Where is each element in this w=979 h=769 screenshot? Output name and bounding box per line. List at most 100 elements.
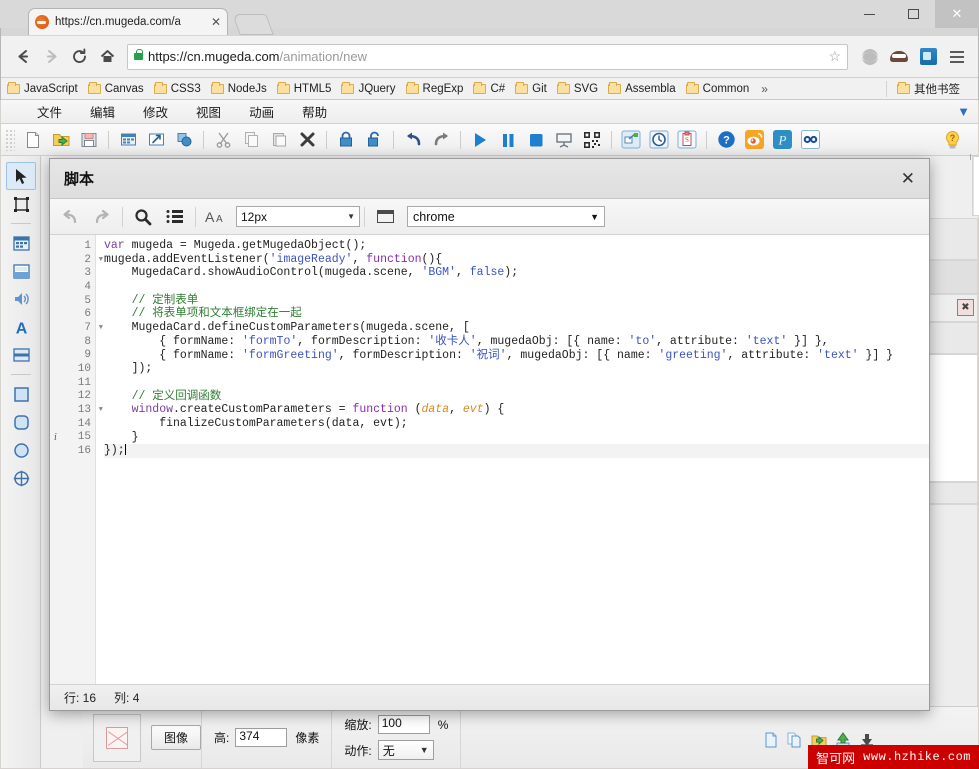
browser-tab[interactable]: https://cn.mugeda.com/a ✕ xyxy=(28,8,228,35)
bookmark-item[interactable]: HTML5 xyxy=(277,83,332,95)
target-select[interactable]: chrome ▼ xyxy=(407,206,605,227)
qrcode-icon[interactable] xyxy=(578,126,606,154)
help-icon[interactable]: ? xyxy=(712,126,740,154)
copy-icon[interactable] xyxy=(237,126,265,154)
tab-close-icon[interactable]: ✕ xyxy=(211,16,221,28)
dialog-close-button[interactable]: ✕ xyxy=(901,170,915,187)
home-button[interactable] xyxy=(93,43,121,71)
window-icon[interactable] xyxy=(369,202,401,232)
undo-icon[interactable] xyxy=(399,126,427,154)
bookmark-item[interactable]: Common xyxy=(686,83,750,95)
back-button[interactable] xyxy=(9,43,37,71)
extension-app-icon[interactable] xyxy=(915,46,941,68)
select-arrow-icon[interactable] xyxy=(6,162,36,190)
menu-modify[interactable]: 修改 xyxy=(129,102,182,121)
extension-adblock-mask-icon[interactable] xyxy=(886,46,912,68)
new-page-icon[interactable] xyxy=(763,732,779,748)
menu-view[interactable]: 视图 xyxy=(182,102,235,121)
tip-icon[interactable]: ? xyxy=(938,126,966,154)
pause-icon[interactable] xyxy=(494,126,522,154)
font-size-select[interactable]: 12px ▼ xyxy=(236,206,360,227)
code-token: false xyxy=(470,266,505,279)
menu-help[interactable]: 帮助 xyxy=(288,102,341,121)
object-type-button[interactable]: 图像 xyxy=(151,725,201,750)
delete-icon[interactable] xyxy=(293,126,321,154)
new-tab-button[interactable] xyxy=(232,14,274,35)
menu-animation[interactable]: 动画 xyxy=(235,102,288,121)
unlock-icon[interactable] xyxy=(360,126,388,154)
present-icon[interactable] xyxy=(550,126,578,154)
height-input[interactable]: 374 xyxy=(235,728,287,747)
pinterest-icon[interactable]: P xyxy=(768,126,796,154)
bookmark-item[interactable]: SVG xyxy=(557,83,598,95)
bookmarks-overflow-button[interactable]: » xyxy=(761,82,768,96)
undo-icon[interactable] xyxy=(54,202,86,232)
timer-icon[interactable] xyxy=(645,126,673,154)
toolbar-grip[interactable] xyxy=(5,129,15,151)
redo-icon[interactable] xyxy=(427,126,455,154)
duplicate-page-icon[interactable] xyxy=(787,732,803,748)
forward-button[interactable] xyxy=(37,43,65,71)
reload-button[interactable] xyxy=(65,43,93,71)
rect-tool-icon[interactable] xyxy=(1,380,41,408)
transform-icon[interactable] xyxy=(1,190,41,218)
ellipse-tool-icon[interactable] xyxy=(1,436,41,464)
slide-tool-icon[interactable] xyxy=(1,341,41,369)
text-tool-icon[interactable]: A xyxy=(1,313,41,341)
new-file-icon[interactable] xyxy=(19,126,47,154)
bookmark-item[interactable]: NodeJs xyxy=(211,83,267,95)
object-thumbnail[interactable] xyxy=(93,714,141,762)
redo-icon[interactable] xyxy=(86,202,118,232)
bookmark-item[interactable]: Assembla xyxy=(608,83,676,95)
other-bookmarks-item[interactable]: 其他书签 xyxy=(886,81,962,97)
grid-icon[interactable] xyxy=(114,126,142,154)
stop-icon[interactable] xyxy=(522,126,550,154)
extension-globe-icon[interactable] xyxy=(857,46,883,68)
bookmark-item[interactable]: C# xyxy=(473,83,505,95)
weibo-icon[interactable] xyxy=(740,126,768,154)
save-icon[interactable] xyxy=(75,126,103,154)
rounded-rect-tool-icon[interactable] xyxy=(1,408,41,436)
menu-expand-caret-icon[interactable]: ▼ xyxy=(957,104,970,119)
zoom-input[interactable]: 100 xyxy=(378,715,430,734)
line-number-value: 11 xyxy=(78,377,91,389)
bookmark-star-icon[interactable]: ☆ xyxy=(828,48,841,65)
share-icon[interactable] xyxy=(796,126,824,154)
play-icon[interactable] xyxy=(466,126,494,154)
code-editor[interactable]: 12▼34567▼8910111213▼14i1516 var mugeda =… xyxy=(50,235,929,684)
paste-icon[interactable] xyxy=(265,126,293,154)
open-folder-icon[interactable] xyxy=(47,126,75,154)
close-layer-icon[interactable]: ✖ xyxy=(957,299,974,316)
info-marker-icon[interactable]: i xyxy=(54,432,57,443)
dialog-toolbar-separator xyxy=(195,207,196,227)
bookmark-item[interactable]: Git xyxy=(515,83,547,95)
symbol-icon[interactable] xyxy=(170,126,198,154)
search-icon[interactable] xyxy=(127,202,159,232)
target-tool-icon[interactable] xyxy=(1,464,41,492)
bookmark-item[interactable]: RegExp xyxy=(406,83,464,95)
menu-file[interactable]: 文件 xyxy=(23,102,76,121)
bookmark-label: CSS3 xyxy=(171,83,201,95)
address-bar[interactable]: https://cn.mugeda.com/animation/new ☆ xyxy=(127,44,848,70)
lock-icon[interactable] xyxy=(332,126,360,154)
code-content[interactable]: var mugeda = Mugeda.getMugedaObject();mu… xyxy=(96,235,929,684)
bookmark-item[interactable]: Canvas xyxy=(88,83,144,95)
bookmark-item[interactable]: JavaScript xyxy=(7,83,78,95)
bookmark-item[interactable]: JQuery xyxy=(341,83,395,95)
grid-tool-icon[interactable] xyxy=(1,229,41,257)
script-dialog[interactable]: 脚本 ✕ AA 12px ▼ xyxy=(49,158,930,711)
chevron-down-icon: ▼ xyxy=(590,212,599,222)
audio-tool-icon[interactable] xyxy=(1,285,41,313)
export-icon[interactable] xyxy=(142,126,170,154)
cut-icon[interactable] xyxy=(209,126,237,154)
publish-icon[interactable] xyxy=(617,126,645,154)
canvas-stage[interactable] xyxy=(972,156,979,216)
clipboard-icon[interactable]: S xyxy=(673,126,701,154)
outline-list-icon[interactable] xyxy=(159,202,191,232)
menu-edit[interactable]: 编辑 xyxy=(76,102,129,121)
image-tool-icon[interactable] xyxy=(1,257,41,285)
code-line: }); xyxy=(104,444,929,458)
action-select[interactable]: 无 ▼ xyxy=(378,740,434,760)
chrome-menu-button[interactable] xyxy=(944,46,970,68)
bookmark-item[interactable]: CSS3 xyxy=(154,83,201,95)
